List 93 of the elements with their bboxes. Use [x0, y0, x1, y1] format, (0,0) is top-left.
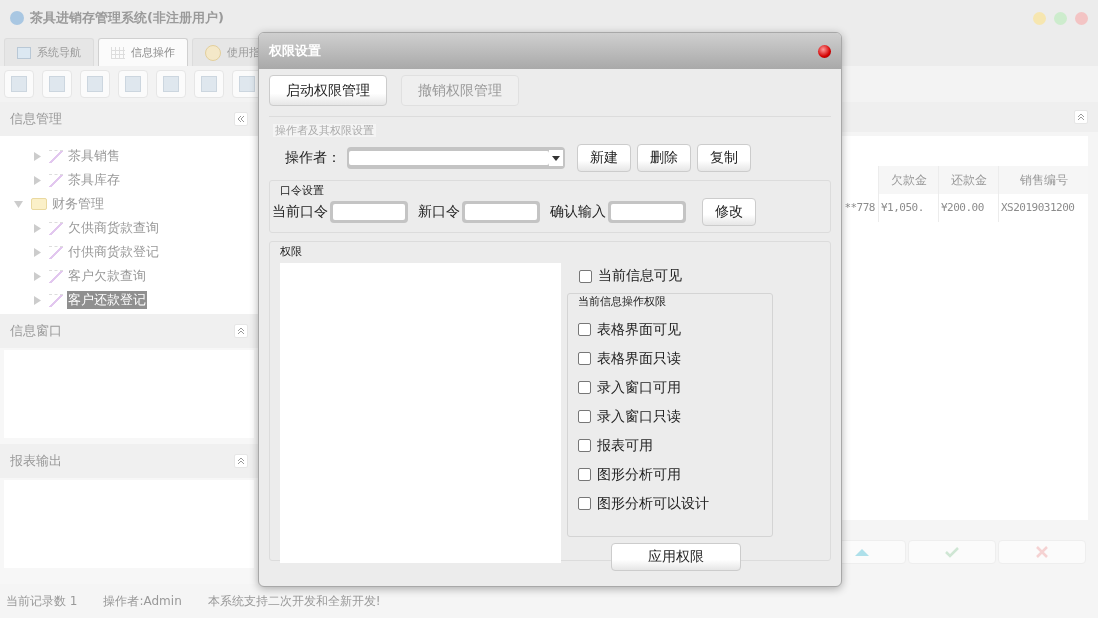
action-button[interactable]: 删除	[637, 144, 691, 172]
field-label: 确认输入	[550, 203, 606, 221]
expand-arrow-icon[interactable]	[14, 199, 23, 209]
checkbox[interactable]	[578, 381, 591, 394]
column-header: 欠款金	[878, 166, 938, 194]
toolbar-button[interactable]	[194, 70, 224, 98]
tree-item[interactable]: 茶具销售	[67, 147, 121, 165]
status-text: 本系统支持二次开发和全新开发!	[207, 592, 381, 610]
clock-icon	[205, 44, 221, 61]
column-header: 还款金	[938, 166, 998, 194]
double-chevron-icon	[237, 327, 245, 335]
toolbar-button[interactable]	[156, 70, 186, 98]
grid-icon	[111, 46, 125, 59]
check-icon	[945, 546, 959, 558]
checkbox[interactable]	[578, 497, 591, 510]
operator-list[interactable]	[280, 263, 561, 563]
checkbox[interactable]	[579, 269, 592, 283]
expand-arrow-icon[interactable]	[34, 295, 41, 305]
checkbox-label: 录入窗口可用	[597, 378, 681, 397]
cross-icon	[1036, 546, 1048, 558]
tree-item[interactable]: 茶具库存	[67, 171, 121, 189]
collapse-button[interactable]	[234, 112, 248, 126]
table-cell: XS2019031200	[998, 194, 1088, 222]
expand-arrow-icon[interactable]	[34, 151, 41, 161]
status-text: 当前记录数 1	[6, 592, 78, 610]
collapse-button[interactable]	[234, 324, 248, 338]
panel-title: 信息窗口	[10, 322, 62, 340]
checkbox-label: 图形分析可用	[597, 465, 681, 484]
logo-icon	[10, 11, 24, 25]
expand-arrow-icon[interactable]	[34, 271, 41, 281]
checkbox-label: 报表可用	[597, 436, 653, 455]
checkbox-label: 表格界面只读	[597, 349, 681, 368]
toolbar-button[interactable]	[80, 70, 110, 98]
cancel-button[interactable]	[998, 540, 1086, 564]
password-field[interactable]	[462, 201, 540, 223]
caret-icon	[552, 155, 560, 161]
password-field[interactable]	[608, 201, 686, 223]
group-title: 当前信息操作权限	[578, 294, 667, 309]
collapse-button[interactable]	[234, 454, 248, 468]
status-text: 操作者:Admin	[103, 592, 182, 610]
double-chevron-icon	[237, 457, 245, 465]
folder-icon	[31, 198, 47, 210]
toolbar-button[interactable]	[42, 70, 72, 98]
apply-button[interactable]: 应用权限	[611, 543, 741, 571]
action-button[interactable]: 启动权限管理	[269, 75, 387, 106]
tree-item[interactable]: 财务管理	[51, 195, 105, 213]
tree-item[interactable]: 欠供商货款查询	[67, 219, 160, 237]
expand-arrow-icon[interactable]	[34, 247, 41, 257]
maximize-button[interactable]	[1054, 11, 1067, 25]
table-cell: ¥1,050.	[878, 194, 938, 222]
checkbox[interactable]	[578, 352, 591, 365]
panel-title: 信息管理	[10, 110, 62, 128]
action-button[interactable]: 复制	[697, 144, 751, 172]
double-chevron-icon	[1077, 113, 1085, 121]
action-button[interactable]: 新建	[577, 144, 631, 172]
checkbox-label: 当前信息可见	[598, 267, 682, 285]
tree-item[interactable]: 付供商货款登记	[67, 243, 160, 261]
field-label: 当前口令	[272, 203, 328, 221]
expand-arrow-icon[interactable]	[34, 223, 41, 233]
password-field[interactable]	[330, 201, 408, 223]
field-label: 新口令	[418, 203, 460, 221]
minimize-button[interactable]	[1033, 11, 1046, 25]
toolbar-button[interactable]	[4, 70, 34, 98]
table-cell-text: **778	[843, 200, 876, 216]
checkbox[interactable]	[578, 410, 591, 423]
table-cell: ¥200.00	[938, 194, 998, 222]
field-label: 操作者：	[285, 149, 341, 167]
group-title: 权限	[280, 244, 303, 259]
tree-item[interactable]: 客户还款登记	[67, 291, 147, 309]
operator-dropdown[interactable]	[347, 147, 565, 169]
confirm-button[interactable]	[908, 540, 996, 564]
checkbox-label: 录入窗口只读	[597, 407, 681, 426]
tab[interactable]: 系统导航	[4, 38, 94, 66]
group-title: 口令设置	[280, 183, 325, 198]
checkbox[interactable]	[578, 468, 591, 481]
toolbar-button[interactable]	[118, 70, 148, 98]
checkbox[interactable]	[578, 439, 591, 452]
monitor-icon	[17, 46, 31, 59]
checkbox-label: 图形分析可以设计	[597, 494, 709, 513]
group-title: 操作者及其权限设置	[273, 124, 376, 137]
close-button[interactable]	[818, 44, 831, 58]
expand-arrow-icon[interactable]	[34, 175, 41, 185]
tree-item[interactable]: 客户欠款查询	[67, 267, 147, 285]
tab[interactable]: 信息操作	[98, 38, 188, 66]
double-chevron-icon	[237, 115, 245, 123]
modify-button[interactable]: 修改	[702, 198, 756, 226]
column-header: 销售编号	[998, 166, 1088, 194]
checkbox[interactable]	[578, 323, 591, 336]
triangle-up-icon	[855, 548, 869, 556]
checkbox-label: 表格界面可见	[597, 320, 681, 339]
panel-title: 报表输出	[10, 452, 62, 470]
collapse-button[interactable]	[1074, 110, 1088, 124]
window-title: 茶具进销存管理系统(非注册用户)	[30, 9, 224, 27]
